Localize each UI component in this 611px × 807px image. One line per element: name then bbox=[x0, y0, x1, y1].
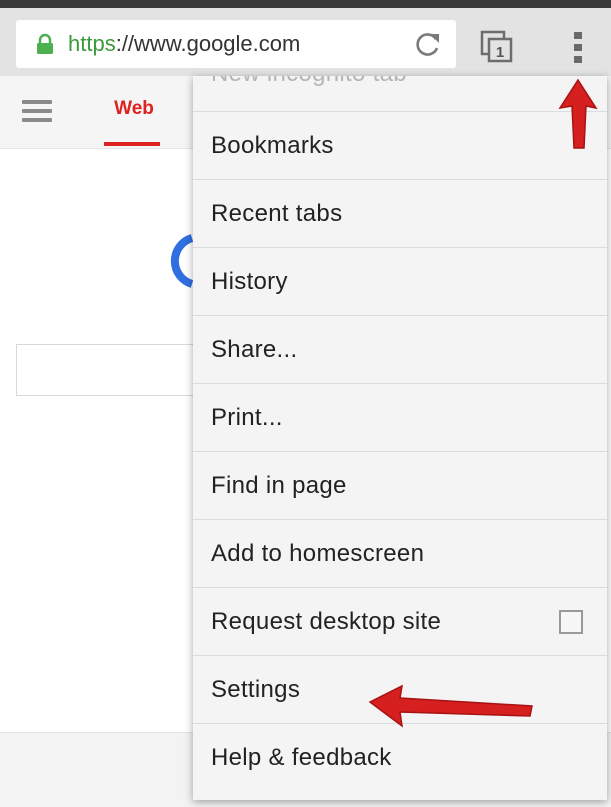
reload-icon[interactable] bbox=[414, 30, 442, 58]
menu-item-find-in-page[interactable]: Find in page bbox=[193, 452, 607, 520]
browser-toolbar: https://www.google.com 1 bbox=[0, 0, 611, 76]
lock-icon bbox=[37, 33, 53, 54]
tab-count: 1 bbox=[496, 44, 504, 61]
menu-item-history[interactable]: History bbox=[193, 248, 607, 316]
request-desktop-site-checkbox[interactable] bbox=[559, 610, 583, 634]
menu-item-help-feedback[interactable]: Help & feedback bbox=[193, 724, 607, 792]
tab-switcher-button[interactable]: 1 bbox=[480, 30, 514, 64]
menu-item-recent-tabs[interactable]: Recent tabs bbox=[193, 180, 607, 248]
hamburger-icon[interactable] bbox=[22, 100, 52, 122]
tab-switcher-icon: 1 bbox=[480, 30, 513, 63]
menu-item-add-to-homescreen[interactable]: Add to homescreen bbox=[193, 520, 607, 588]
url-scheme: https bbox=[68, 31, 116, 56]
menu-item-bookmarks[interactable]: Bookmarks bbox=[193, 112, 607, 180]
url-text[interactable]: https://www.google.com bbox=[68, 30, 300, 58]
search-input[interactable] bbox=[16, 344, 198, 396]
menu-item-new-incognito-tab[interactable]: New incognito tab bbox=[193, 76, 607, 112]
active-tab-indicator bbox=[104, 142, 160, 146]
overflow-menu-icon[interactable] bbox=[566, 28, 590, 68]
tab-web[interactable]: Web bbox=[104, 98, 164, 148]
menu-item-print[interactable]: Print... bbox=[193, 384, 607, 452]
menu-item-share[interactable]: Share... bbox=[193, 316, 607, 384]
up-arrow-annotation-icon bbox=[558, 78, 598, 149]
tab-web-label: Web bbox=[114, 98, 154, 119]
menu-item-request-desktop-site[interactable]: Request desktop site bbox=[193, 588, 607, 656]
address-bar[interactable]: https://www.google.com bbox=[16, 20, 456, 68]
url-host: ://www.google.com bbox=[115, 31, 301, 56]
left-arrow-annotation-icon bbox=[368, 684, 533, 728]
